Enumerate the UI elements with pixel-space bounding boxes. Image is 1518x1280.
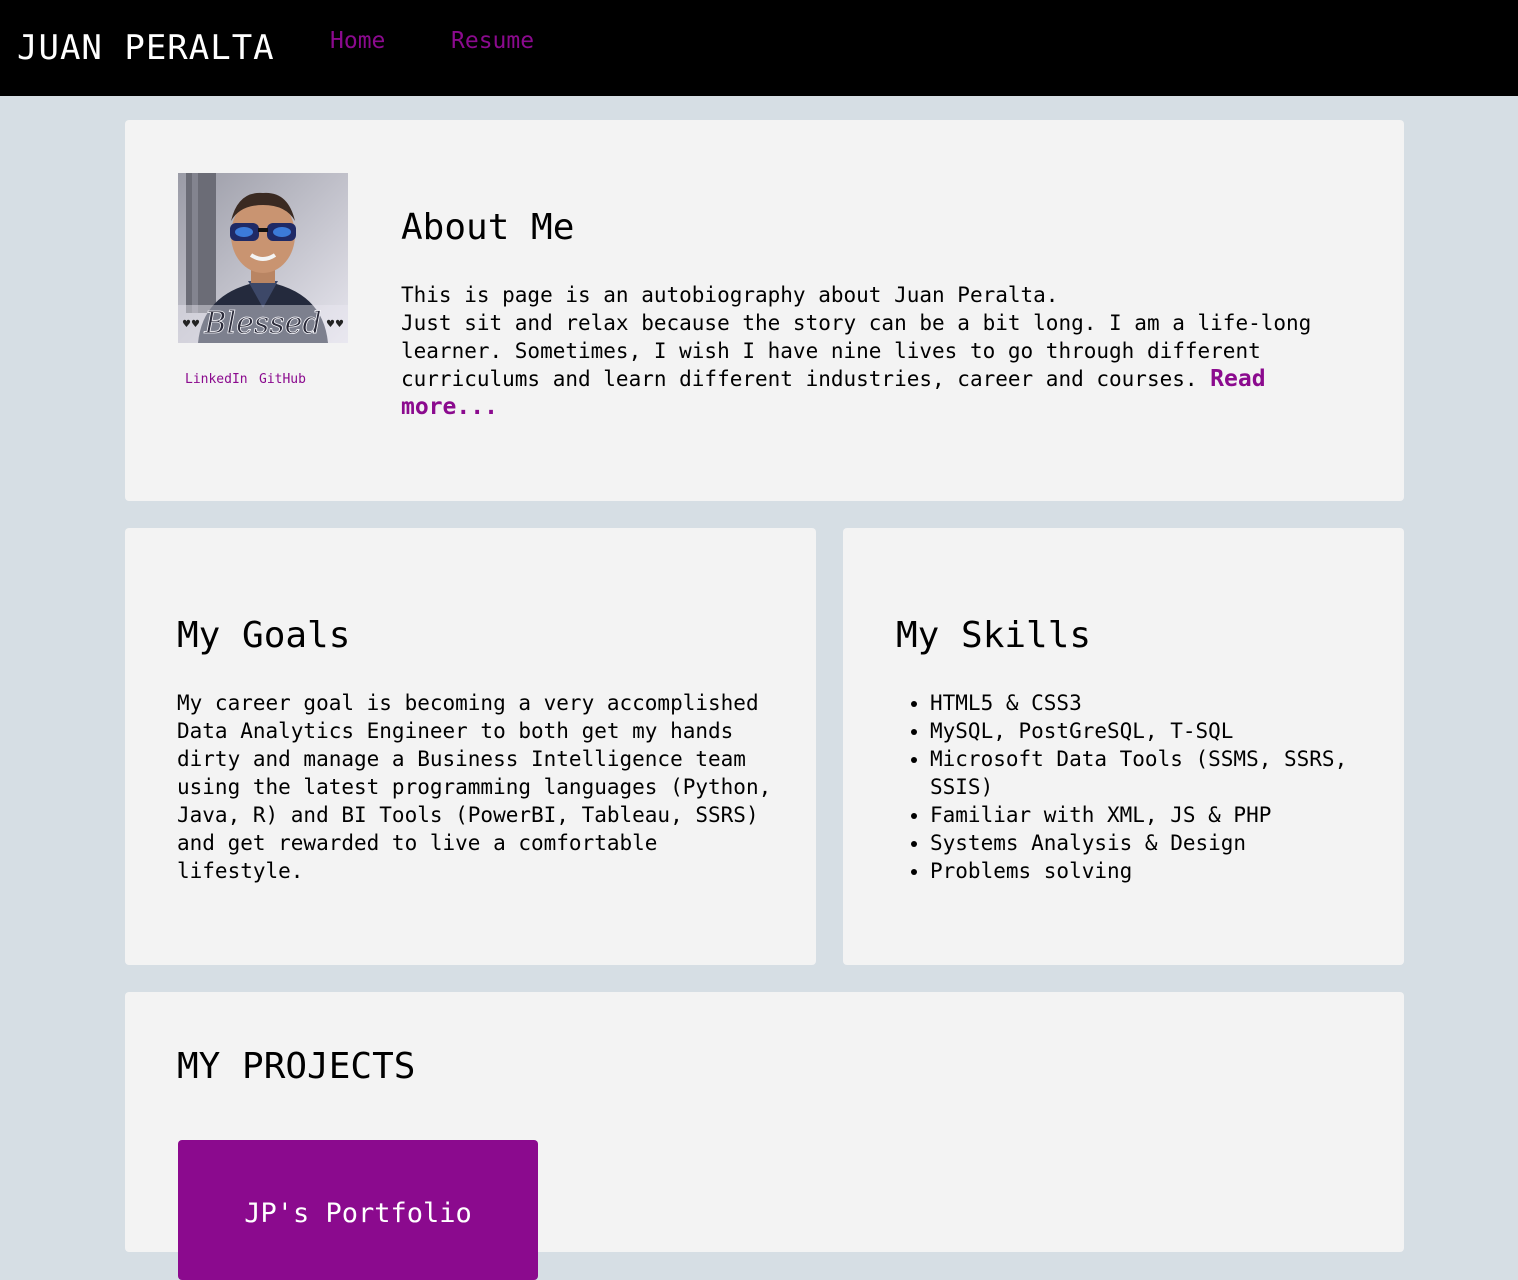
skill-item: Problems solving bbox=[930, 857, 1390, 885]
about-body: Just sit and relax because the story can… bbox=[401, 311, 1312, 391]
skills-list: HTML5 & CSS3 MySQL, PostGreSQL, T-SQL Mi… bbox=[896, 689, 1390, 885]
skill-item: Familiar with XML, JS & PHP bbox=[930, 801, 1390, 829]
top-navbar: JUAN PERALTA Home Resume bbox=[0, 0, 1518, 96]
skill-item: Microsoft Data Tools (SSMS, SSRS, SSIS) bbox=[930, 745, 1390, 801]
blessed-caption: Blessed bbox=[203, 306, 321, 341]
skills-card: My Skills HTML5 & CSS3 MySQL, PostGreSQL… bbox=[843, 528, 1404, 965]
nav-resume-link[interactable]: Resume bbox=[451, 28, 534, 54]
project-card-portfolio[interactable]: JP's Portfolio bbox=[178, 1140, 538, 1280]
about-intro: This is page is an autobiography about J… bbox=[401, 283, 1059, 307]
about-title: About Me bbox=[401, 207, 575, 248]
projects-card: MY PROJECTS JP's Portfolio bbox=[125, 992, 1404, 1280]
projects-title: MY PROJECTS bbox=[177, 1046, 416, 1087]
skill-item: Systems Analysis & Design bbox=[930, 829, 1390, 857]
profile-photo: Blessed ♥♥ ♥♥ bbox=[178, 173, 348, 343]
goals-title: My Goals bbox=[177, 615, 351, 656]
about-text: This is page is an autobiography about J… bbox=[401, 281, 1331, 421]
skill-item: HTML5 & CSS3 bbox=[930, 689, 1390, 717]
linkedin-link[interactable]: LinkedIn bbox=[185, 372, 248, 387]
svg-text:♥♥: ♥♥ bbox=[326, 319, 344, 330]
nav-home-link[interactable]: Home bbox=[330, 28, 385, 54]
about-card: Blessed ♥♥ ♥♥ LinkedIn GitHub About Me T… bbox=[125, 120, 1404, 501]
github-link[interactable]: GitHub bbox=[259, 372, 306, 387]
profile-photo-image: Blessed ♥♥ ♥♥ bbox=[178, 173, 348, 343]
svg-text:♥♥: ♥♥ bbox=[182, 319, 200, 330]
project-title: JP's Portfolio bbox=[244, 1198, 472, 1229]
goals-card: My Goals My career goal is becoming a ve… bbox=[125, 528, 816, 965]
goals-text: My career goal is becoming a very accomp… bbox=[177, 691, 772, 883]
site-brand[interactable]: JUAN PERALTA bbox=[17, 28, 275, 68]
skill-item: MySQL, PostGreSQL, T-SQL bbox=[930, 717, 1390, 745]
skills-title: My Skills bbox=[896, 615, 1092, 656]
